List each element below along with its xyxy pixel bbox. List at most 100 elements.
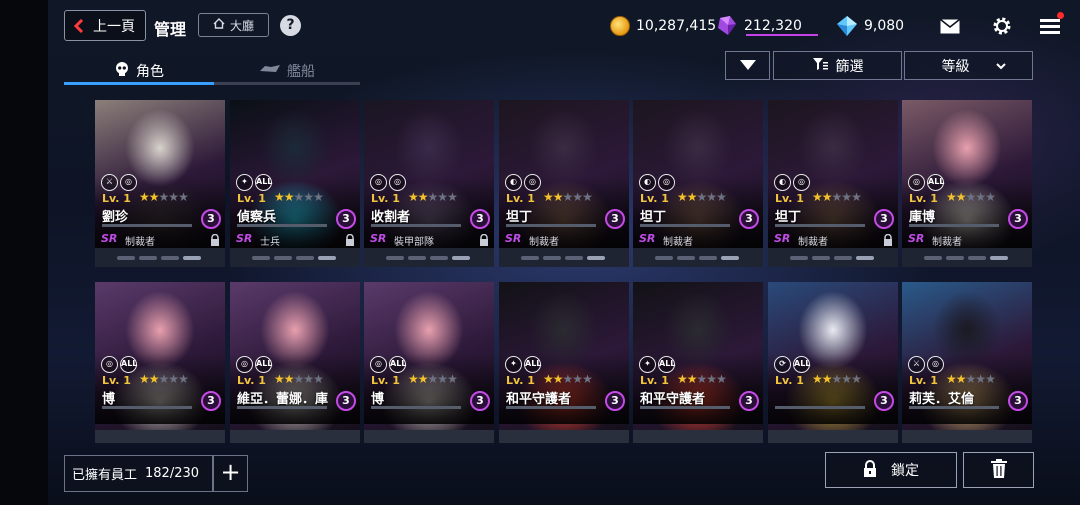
role-icons: ◎ ◎: [370, 174, 406, 191]
credits-display[interactable]: 10,287,415: [610, 14, 716, 38]
back-arrow-icon: [73, 18, 85, 33]
role-icon: ◎: [120, 174, 137, 191]
star-empty-icon: ★: [168, 372, 179, 386]
equipment-slot: [408, 256, 426, 260]
character-name: 坦丁: [775, 210, 802, 225]
limit-break-badge: 3: [336, 209, 356, 229]
character-card[interactable]: ◐ ◎ Lv. 1 ★★★★★ 坦丁 3 SR 制裁者: [768, 100, 898, 267]
role-icon: ✦: [505, 356, 522, 373]
lobby-label: 大廳: [229, 18, 254, 33]
role-icons: ◐ ◎: [505, 174, 541, 191]
star-empty-icon: ★: [975, 190, 986, 204]
level-text: Lv. 1: [371, 192, 400, 205]
star-rating: ★★★★★: [139, 372, 189, 386]
star-filled-icon: ★: [139, 372, 150, 386]
character-name: 和平守護者: [506, 392, 572, 407]
class-label: 裝甲部隊: [394, 237, 434, 248]
character-card[interactable]: ◎ ALL Lv. 1 ★★★★★ 博 3: [364, 282, 494, 443]
role-icons: ⟳ ALL: [774, 356, 810, 373]
star-rating: ★★★★★: [812, 190, 862, 204]
limit-break-badge: 3: [605, 391, 625, 411]
role-icon: ALL: [793, 356, 810, 373]
role-icon: ◎: [370, 174, 387, 191]
limit-break-badge: 3: [201, 209, 221, 229]
exp-bar: [640, 406, 730, 409]
equipment-slot: [161, 256, 179, 260]
role-icons: ◎ ALL: [370, 356, 406, 373]
equipment-slot: [452, 256, 470, 260]
exp-bar: [102, 224, 192, 227]
star-filled-icon: ★: [408, 190, 419, 204]
star-filled-icon: ★: [417, 190, 429, 204]
character-card[interactable]: ◎ ALL Lv. 1 ★★★★★ 維亞．蕾娜．庫 3: [230, 282, 360, 443]
mail-icon[interactable]: [938, 14, 962, 38]
sort-dropdown[interactable]: 等級: [904, 51, 1033, 80]
character-card[interactable]: ◎ ALL Lv. 1 ★★★★★ 庫博 3 SR 制裁者: [902, 100, 1032, 267]
star-empty-icon: ★: [841, 190, 852, 204]
character-card[interactable]: ◐ ◎ Lv. 1 ★★★★★ 坦丁 3 SR 制裁者: [633, 100, 763, 267]
gems-value: 212,320: [744, 18, 802, 34]
rarity-label: SR: [639, 232, 656, 245]
character-card[interactable]: ✦ ALL Lv. 1 ★★★★★ 和平守護者 3: [499, 282, 629, 443]
settings-gear-icon[interactable]: [990, 14, 1014, 38]
owned-employees-display: 已擁有員工 182/230: [64, 455, 213, 492]
equipment-slot: [834, 256, 852, 260]
rarity-label: SR: [774, 232, 791, 245]
back-button[interactable]: 上一頁: [64, 10, 146, 41]
role-icon: ◎: [389, 174, 406, 191]
star-empty-icon: ★: [716, 190, 727, 204]
level-text: Lv. 1: [506, 374, 535, 387]
role-icons: ◎ ALL: [236, 356, 272, 373]
lock-icon: [479, 231, 489, 246]
star-empty-icon: ★: [178, 190, 189, 204]
character-card[interactable]: ✦ ALL Lv. 1 ★★★★★ 偵察兵 3 SR 士兵: [230, 100, 360, 267]
equipment-slot: [699, 256, 717, 260]
menu-icon[interactable]: [1038, 12, 1064, 38]
character-card[interactable]: ⚔ ◎ Lv. 1 ★★★★★ 莉芙．艾倫 3: [902, 282, 1032, 443]
class-label: 制裁者: [663, 237, 693, 248]
star-filled-icon: ★: [946, 372, 957, 386]
lock-button[interactable]: 鎖定: [825, 452, 957, 488]
character-card[interactable]: ◎ ALL Lv. 1 ★★★★★ 博 3: [95, 282, 225, 443]
expand-capacity-button[interactable]: +: [213, 455, 248, 492]
gems-underline: [746, 34, 818, 36]
equipment-slot: [990, 256, 1008, 260]
star-filled-icon: ★: [148, 372, 160, 386]
filter-button[interactable]: 篩選: [773, 51, 902, 80]
lock-icon: [210, 231, 220, 246]
crystals-display[interactable]: 9,080: [836, 14, 904, 38]
star-rating: ★★★★★: [543, 372, 593, 386]
star-empty-icon: ★: [562, 372, 574, 386]
character-card[interactable]: ✦ ALL Lv. 1 ★★★★★ 和平守護者 3: [633, 282, 763, 443]
level-text: Lv. 1: [102, 374, 131, 387]
equipment-slot: [924, 256, 942, 260]
character-card[interactable]: ⟳ ALL Lv. 1 ★★★★★ 3: [768, 282, 898, 443]
limit-break-badge: 3: [605, 209, 625, 229]
exp-bar: [371, 224, 461, 227]
help-icon[interactable]: ?: [280, 15, 301, 36]
inactive-tab-line: [214, 82, 360, 85]
star-empty-icon: ★: [572, 372, 583, 386]
star-empty-icon: ★: [851, 190, 862, 204]
character-card[interactable]: ⚔ ◎ Lv. 1 ★★★★★ 劉珍 3 SR 制裁者: [95, 100, 225, 267]
character-name: 維亞．蕾娜．庫: [237, 392, 329, 407]
lobby-button[interactable]: 大廳: [198, 13, 269, 37]
star-empty-icon: ★: [303, 190, 314, 204]
star-rating: ★★★★★: [677, 190, 727, 204]
star-empty-icon: ★: [965, 372, 977, 386]
star-empty-icon: ★: [706, 372, 717, 386]
role-icon: ◎: [658, 174, 675, 191]
star-empty-icon: ★: [985, 190, 996, 204]
limit-break-badge: 3: [1008, 209, 1028, 229]
star-filled-icon: ★: [955, 372, 967, 386]
lock-icon: [345, 231, 355, 246]
equipment-slot: [543, 256, 561, 260]
character-card[interactable]: ◐ ◎ Lv. 1 ★★★★★ 坦丁 3 SR 制裁者: [499, 100, 629, 267]
equipment-slot: [521, 256, 539, 260]
star-filled-icon: ★: [408, 372, 419, 386]
character-card[interactable]: ◎ ◎ Lv. 1 ★★★★★ 收割者 3 SR 裝甲部隊: [364, 100, 494, 267]
delete-button[interactable]: [963, 452, 1034, 488]
sort-order-toggle[interactable]: [725, 51, 770, 80]
role-icon: ◎: [524, 174, 541, 191]
exp-bar: [775, 224, 865, 227]
